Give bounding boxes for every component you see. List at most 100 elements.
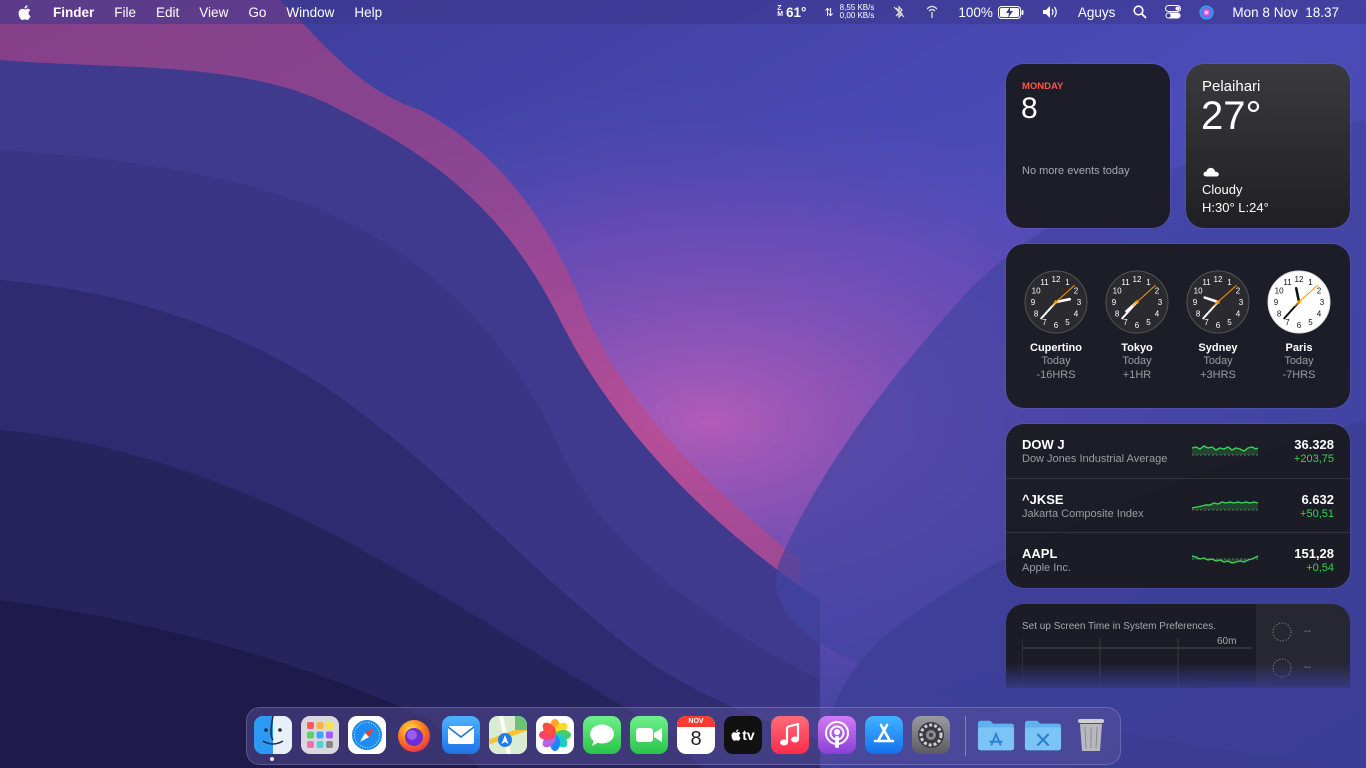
clock-day: Today [1041,355,1071,367]
svg-text:11: 11 [1121,278,1130,287]
cloud-icon [1202,164,1220,182]
facetime-icon[interactable] [630,716,668,754]
calendar-note: No more events today [1022,165,1130,177]
launchpad-icon[interactable] [301,716,339,754]
user-name[interactable]: Aguys [1069,5,1125,20]
system-preferences-icon[interactable] [912,716,950,754]
utilities-folder-icon[interactable] [1024,716,1062,754]
svg-text:5: 5 [1308,318,1313,327]
mail-icon[interactable] [442,716,480,754]
trash-icon[interactable] [1072,716,1110,754]
network-status[interactable]: ⇅ 8,55 KB/s 0,00 KB/s [815,4,883,20]
svg-text:2: 2 [1155,287,1160,296]
svg-text:11: 11 [1283,278,1292,287]
svg-text:8: 8 [1277,310,1282,319]
siri-icon[interactable] [1190,5,1223,20]
svg-text:2: 2 [1317,287,1322,296]
clock-sydney: 1 2 3 4 5 6 7 8 9 10 11 12 Sydney Today +3HRS [1178,270,1258,382]
world-clock-widget[interactable]: 1 2 3 4 5 6 7 8 9 10 11 12 Cupertino Today -16HRS 1… [1006,244,1350,408]
spotlight-search-icon[interactable] [1124,5,1156,19]
svg-text:3: 3 [1320,298,1325,307]
svg-text:12: 12 [1052,275,1061,284]
svg-text:10: 10 [1275,287,1284,296]
stock-symbol: AAPL [1022,546,1058,561]
bluetooth-off-icon[interactable] [883,5,915,19]
menu-window[interactable]: Window [276,5,344,20]
calendar-icon[interactable]: NOV 8 [677,716,715,754]
svg-text:9: 9 [1193,298,1198,307]
stock-row-dow[interactable]: DOW J Dow Jones Industrial Average 36.32… [1006,424,1350,478]
svg-text:5: 5 [1146,318,1151,327]
clock-offset: -16HRS [1036,369,1076,381]
calendar-date: 8 [1021,92,1038,125]
svg-text:4: 4 [1236,310,1241,319]
menu-app-name[interactable]: Finder [43,5,104,20]
podcasts-icon[interactable] [818,716,856,754]
svg-text:3: 3 [1158,298,1163,307]
stocks-widget[interactable]: DOW J Dow Jones Industrial Average 36.32… [1006,424,1350,588]
app-placeholder-icon [1272,658,1292,678]
svg-text:3: 3 [1077,298,1082,307]
apple-menu-icon[interactable] [0,4,43,20]
menu-go[interactable]: Go [238,5,276,20]
svg-text:1: 1 [1146,278,1151,287]
svg-text:10: 10 [1032,287,1041,296]
battery-status[interactable]: 100% [949,5,1033,20]
svg-text:1: 1 [1308,278,1313,287]
stock-row-aapl[interactable]: AAPL Apple Inc. 151,28 +0,54 [1006,532,1350,587]
app-usage-placeholder: -- [1304,662,1311,673]
weather-widget[interactable]: Pelaihari 27° Cloudy H:30° L:24° [1186,64,1350,228]
tv-icon[interactable]: tv [724,716,762,754]
screen-time-chart-grid [1022,638,1252,688]
stock-change: +0,54 [1306,562,1334,574]
safari-icon[interactable] [348,716,386,754]
temperature-status[interactable]: ZM 61° [768,5,815,20]
maps-icon[interactable] [489,716,527,754]
clock-city: Tokyo [1121,342,1153,354]
battery-percent: 100% [958,4,993,20]
apple-logo-icon [731,729,741,741]
firefox-icon[interactable] [395,716,433,754]
menu-help[interactable]: Help [344,5,392,20]
svg-text:3: 3 [1239,298,1244,307]
messages-icon[interactable] [583,716,621,754]
app-store-icon[interactable] [865,716,903,754]
clock-city: Paris [1285,342,1313,354]
menu-file[interactable]: File [104,5,146,20]
menu-bar: Finder File Edit View Go Window Help ZM … [0,0,1366,24]
applications-folder-icon[interactable] [977,716,1015,754]
volume-icon[interactable] [1033,5,1069,19]
stock-symbol: ^JKSE [1022,492,1064,507]
menu-view[interactable]: View [189,5,238,20]
svg-text:7: 7 [1204,318,1209,327]
calendar-widget[interactable]: MONDAY 8 No more events today [1006,64,1170,228]
screen-time-widget[interactable]: Set up Screen Time in System Preferences… [1006,604,1350,688]
dock-separator [965,716,966,756]
svg-text:1: 1 [1065,278,1070,287]
control-center-icon[interactable] [1156,5,1190,19]
weather-temperature: 27° [1201,94,1262,138]
stock-row-jkse[interactable]: ^JKSE Jakarta Composite Index 6.632 +50,… [1006,478,1350,533]
calendar-icon-month: NOV [677,716,715,727]
stock-sparkline [1192,555,1259,564]
finder-icon[interactable] [254,716,292,754]
clock-cupertino: 1 2 3 4 5 6 7 8 9 10 11 12 Cupertino Today -16HRS [1016,270,1096,382]
weather-high-low: H:30° L:24° [1202,200,1269,215]
clock-offset: +3HRS [1200,369,1236,381]
music-icon[interactable] [771,716,809,754]
stock-sparkline [1192,501,1259,511]
svg-text:5: 5 [1065,318,1070,327]
stock-value: 6.632 [1301,492,1334,507]
svg-text:9: 9 [1112,298,1117,307]
clock-offset: -7HRS [1282,369,1316,381]
stock-name: Apple Inc. [1022,562,1071,574]
svg-text:2: 2 [1074,287,1079,296]
photos-icon[interactable] [536,716,574,754]
antenna-icon[interactable] [915,5,949,19]
menu-edit[interactable]: Edit [146,5,189,20]
svg-text:4: 4 [1317,310,1322,319]
menu-datetime[interactable]: Mon 8 Nov 18.37 [1223,5,1348,20]
stock-symbol: DOW J [1022,437,1065,452]
svg-text:6: 6 [1054,321,1059,330]
clock-tokyo: 1 2 3 4 5 6 7 8 9 10 11 12 Tokyo Today +1HR [1097,270,1177,382]
